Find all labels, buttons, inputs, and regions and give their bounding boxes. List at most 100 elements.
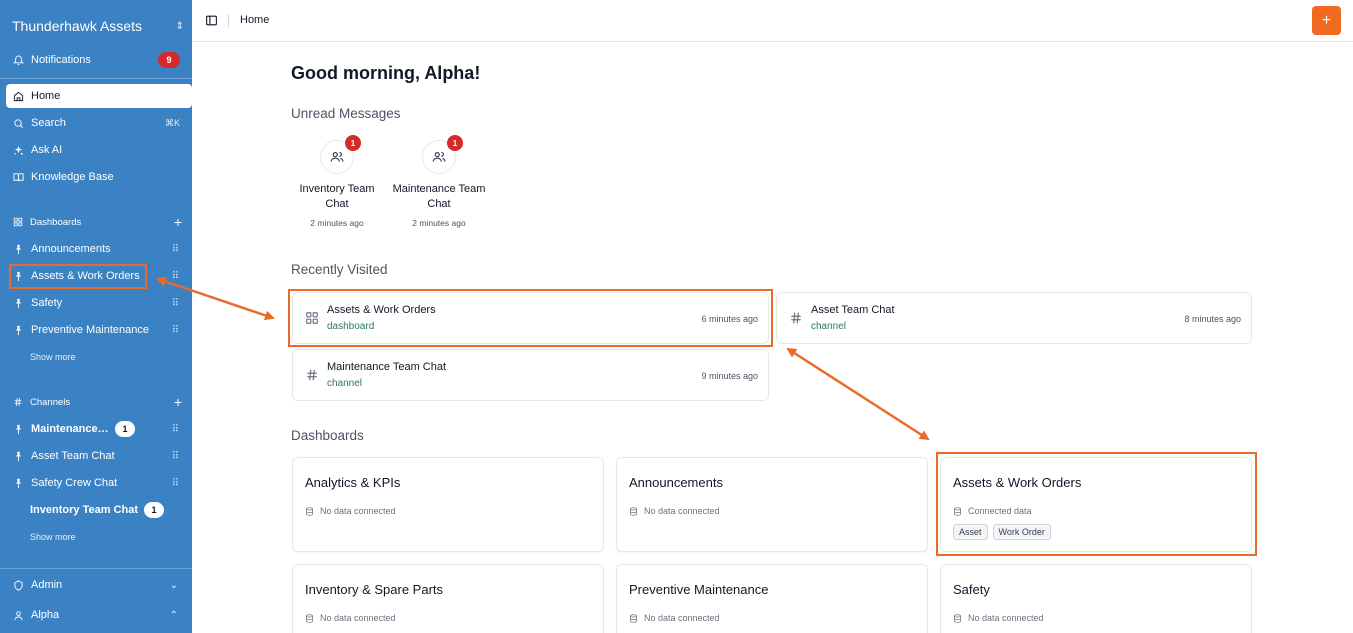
top-bar: Home + xyxy=(192,0,1353,42)
search-icon xyxy=(13,118,24,129)
unread-count-badge: 1 xyxy=(144,502,164,518)
drag-handle-icon[interactable]: ⠿ xyxy=(172,451,179,462)
dashboard-card-inventory-spare-parts[interactable]: Inventory & Spare Parts No data connecte… xyxy=(292,564,604,633)
dashboards-heading: Dashboards xyxy=(291,428,364,443)
sidebar-toggle-icon[interactable] xyxy=(205,14,218,27)
dashboard-card-preventive-maintenance[interactable]: Preventive Maintenance No data connected xyxy=(616,564,928,633)
users-icon: 1 xyxy=(422,135,463,174)
divider xyxy=(228,14,229,27)
sidebar-item-notifications[interactable]: Notifications 9 xyxy=(6,48,192,72)
unread-item-time: 2 minutes ago xyxy=(412,218,466,228)
sidebar-item-label: Admin xyxy=(31,579,63,591)
pin-icon xyxy=(13,244,24,255)
recent-item-type: channel xyxy=(811,321,847,332)
database-icon xyxy=(306,613,313,623)
add-channel-icon[interactable]: + xyxy=(174,395,182,409)
dashboard-card-title: Preventive Maintenance xyxy=(629,582,769,597)
unread-item-inventory-team-chat[interactable]: 1 Inventory Team Chat 2 minutes ago xyxy=(287,135,387,228)
dashboards-show-more[interactable]: Show more xyxy=(30,352,76,362)
data-status: No data connected xyxy=(953,613,1044,623)
drag-handle-icon[interactable]: ⠿ xyxy=(172,424,179,435)
pin-icon xyxy=(13,478,24,489)
recently-visited-heading: Recently Visited xyxy=(291,262,388,277)
user-icon xyxy=(13,610,24,621)
grid-icon xyxy=(13,217,23,227)
drag-handle-icon[interactable]: ⠿ xyxy=(172,298,179,309)
sidebar-item-label: Preventive Maintenance xyxy=(31,324,150,336)
divider xyxy=(0,78,192,79)
sidebar-item-safety-crew-chat[interactable]: Safety Crew Chat ⠿ xyxy=(6,471,192,495)
sidebar-item-announcements[interactable]: Announcements ⠿ xyxy=(6,237,192,261)
database-icon xyxy=(306,506,313,516)
recent-item-title: Asset Team Chat xyxy=(811,304,895,316)
dashboard-card-title: Announcements xyxy=(629,475,723,490)
hash-icon xyxy=(13,397,23,407)
sidebar-item-search[interactable]: Search ⌘K xyxy=(6,111,192,135)
chevron-down-icon: ⌄ xyxy=(169,579,178,591)
unread-badge: 1 xyxy=(447,135,463,151)
chevron-up-down-icon: ⇕ xyxy=(175,20,184,32)
search-shortcut: ⌘K xyxy=(164,117,180,128)
recent-item-maintenance-team-chat[interactable]: Maintenance Team Chat channel 9 minutes … xyxy=(292,349,769,401)
highlight-box-recent xyxy=(288,289,773,347)
dashboard-card-analytics-kpis[interactable]: Analytics & KPIs No data connected xyxy=(292,457,604,552)
channels-show-more[interactable]: Show more xyxy=(30,532,76,542)
sidebar-item-asset-team-chat[interactable]: Asset Team Chat ⠿ xyxy=(6,444,192,468)
workspace-switcher[interactable]: Thunderhawk Assets ⇕ xyxy=(12,16,184,36)
pin-icon xyxy=(13,451,24,462)
data-status-text: No data connected xyxy=(320,506,396,516)
sidebar-item-knowledge-base[interactable]: Knowledge Base xyxy=(6,165,192,189)
drag-handle-icon[interactable]: ⠿ xyxy=(172,244,179,255)
database-icon xyxy=(630,506,637,516)
dashboard-card-safety[interactable]: Safety No data connected xyxy=(940,564,1252,633)
sidebar-item-label: Safety xyxy=(31,297,63,309)
pin-icon xyxy=(13,325,24,336)
drag-handle-icon[interactable]: ⠿ xyxy=(172,271,179,282)
data-status-text: No data connected xyxy=(644,506,720,516)
sidebar-item-label: Knowledge Base xyxy=(31,171,114,183)
sidebar-item-ask-ai[interactable]: Ask AI xyxy=(6,138,192,162)
unread-count-badge: 1 xyxy=(115,421,135,437)
notification-count-badge: 9 xyxy=(158,52,180,68)
sidebar-item-safety[interactable]: Safety ⠿ xyxy=(6,291,192,315)
dashboard-card-title: Analytics & KPIs xyxy=(305,475,401,490)
sidebar-item-label: Safety Crew Chat xyxy=(31,477,118,489)
unread-item-maintenance-team-chat[interactable]: 1 Maintenance Team Chat 2 minutes ago xyxy=(389,135,489,228)
sidebar-item-label: Asset Team Chat xyxy=(31,450,115,462)
unread-messages-heading: Unread Messages xyxy=(291,106,401,121)
data-status-text: No data connected xyxy=(644,613,720,623)
data-status-text: No data connected xyxy=(968,613,1044,623)
drag-handle-icon[interactable]: ⠿ xyxy=(172,325,179,336)
add-button[interactable]: + xyxy=(1312,6,1341,35)
drag-handle-icon[interactable]: ⠿ xyxy=(172,478,179,489)
sidebar-item-inventory-team-chat[interactable]: Inventory Team Chat 1 xyxy=(6,498,192,522)
sidebar-item-preventive-maintenance[interactable]: Preventive Maintenance ⠿ xyxy=(6,318,192,342)
database-icon xyxy=(954,613,961,623)
sidebar-item-label: Announcements xyxy=(31,243,111,255)
dashboard-card-announcements[interactable]: Announcements No data connected xyxy=(616,457,928,552)
sidebar-item-label: Maintenance ... xyxy=(31,423,109,435)
users-icon: 1 xyxy=(320,135,361,174)
pin-icon xyxy=(13,298,24,309)
sparkles-icon xyxy=(13,145,24,156)
sidebar-item-label: Alpha xyxy=(31,609,60,621)
sidebar-item-user[interactable]: Alpha ⌃ xyxy=(6,603,192,627)
sidebar: Thunderhawk Assets ⇕ Notifications 9 Hom… xyxy=(0,0,192,633)
add-dashboard-icon[interactable]: + xyxy=(174,215,182,229)
data-status: No data connected xyxy=(629,613,720,623)
data-status: No data connected xyxy=(305,613,396,623)
recent-item-type: channel xyxy=(327,378,363,389)
unread-item-name: Maintenance Team Chat xyxy=(392,183,486,210)
recent-item-asset-team-chat[interactable]: Asset Team Chat channel 8 minutes ago xyxy=(776,292,1252,344)
unread-badge: 1 xyxy=(345,135,361,151)
sidebar-item-home[interactable]: Home xyxy=(6,84,192,108)
dashboard-card-title: Inventory & Spare Parts xyxy=(305,582,444,597)
data-status: No data connected xyxy=(629,506,720,516)
book-icon xyxy=(13,172,24,183)
sidebar-item-admin[interactable]: Admin ⌄ xyxy=(6,573,192,597)
sidebar-item-maintenance-channel[interactable]: Maintenance ... 1 ⠿ xyxy=(6,417,192,441)
data-status-text: No data connected xyxy=(320,613,396,623)
pin-icon xyxy=(13,424,24,435)
hash-icon xyxy=(789,311,803,325)
arrow-recent-to-dashboard xyxy=(786,347,930,441)
